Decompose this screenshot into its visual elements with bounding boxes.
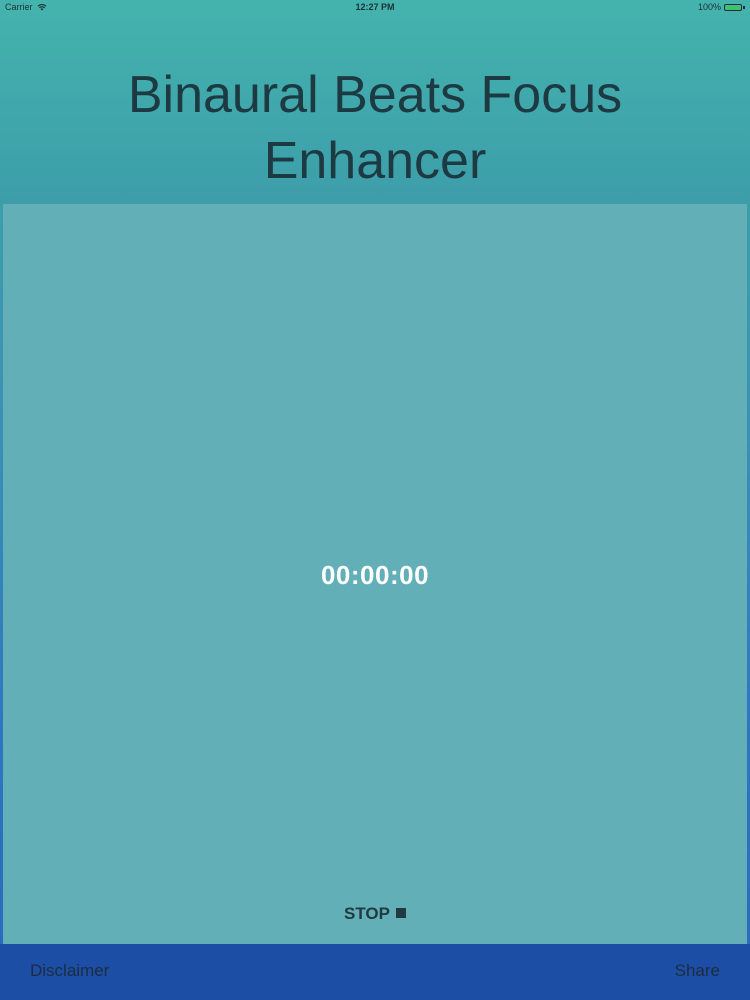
app-title: Binaural Beats Focus Enhancer xyxy=(0,62,750,194)
app-title-line2: Enhancer xyxy=(263,132,487,190)
stop-square-icon xyxy=(395,908,406,918)
share-button[interactable]: Share xyxy=(675,961,720,981)
battery-percent: 100% xyxy=(697,2,721,12)
app-title-line1: Binaural Beats Focus xyxy=(127,66,623,124)
status-time: 12:27 PM xyxy=(355,2,395,12)
battery-body xyxy=(724,3,742,11)
status-right: 100% xyxy=(698,2,746,12)
timer-display: 00:00:00 xyxy=(320,560,430,590)
main-panel: 00:00:00 STOP xyxy=(3,204,747,944)
stop-button-label: STOP xyxy=(344,904,390,923)
battery-tip xyxy=(743,5,745,9)
disclaimer-button[interactable]: Disclaimer xyxy=(30,961,109,981)
status-bar: Carrier 12:27 PM 100% xyxy=(0,0,750,16)
app-screen: Carrier 12:27 PM 100% Binaural Beats Foc… xyxy=(0,0,750,1000)
bottom-toolbar: Disclaimer Share xyxy=(0,944,750,1000)
stop-button[interactable]: STOP xyxy=(3,904,747,924)
battery-icon xyxy=(724,3,746,11)
battery-fill xyxy=(726,5,740,9)
